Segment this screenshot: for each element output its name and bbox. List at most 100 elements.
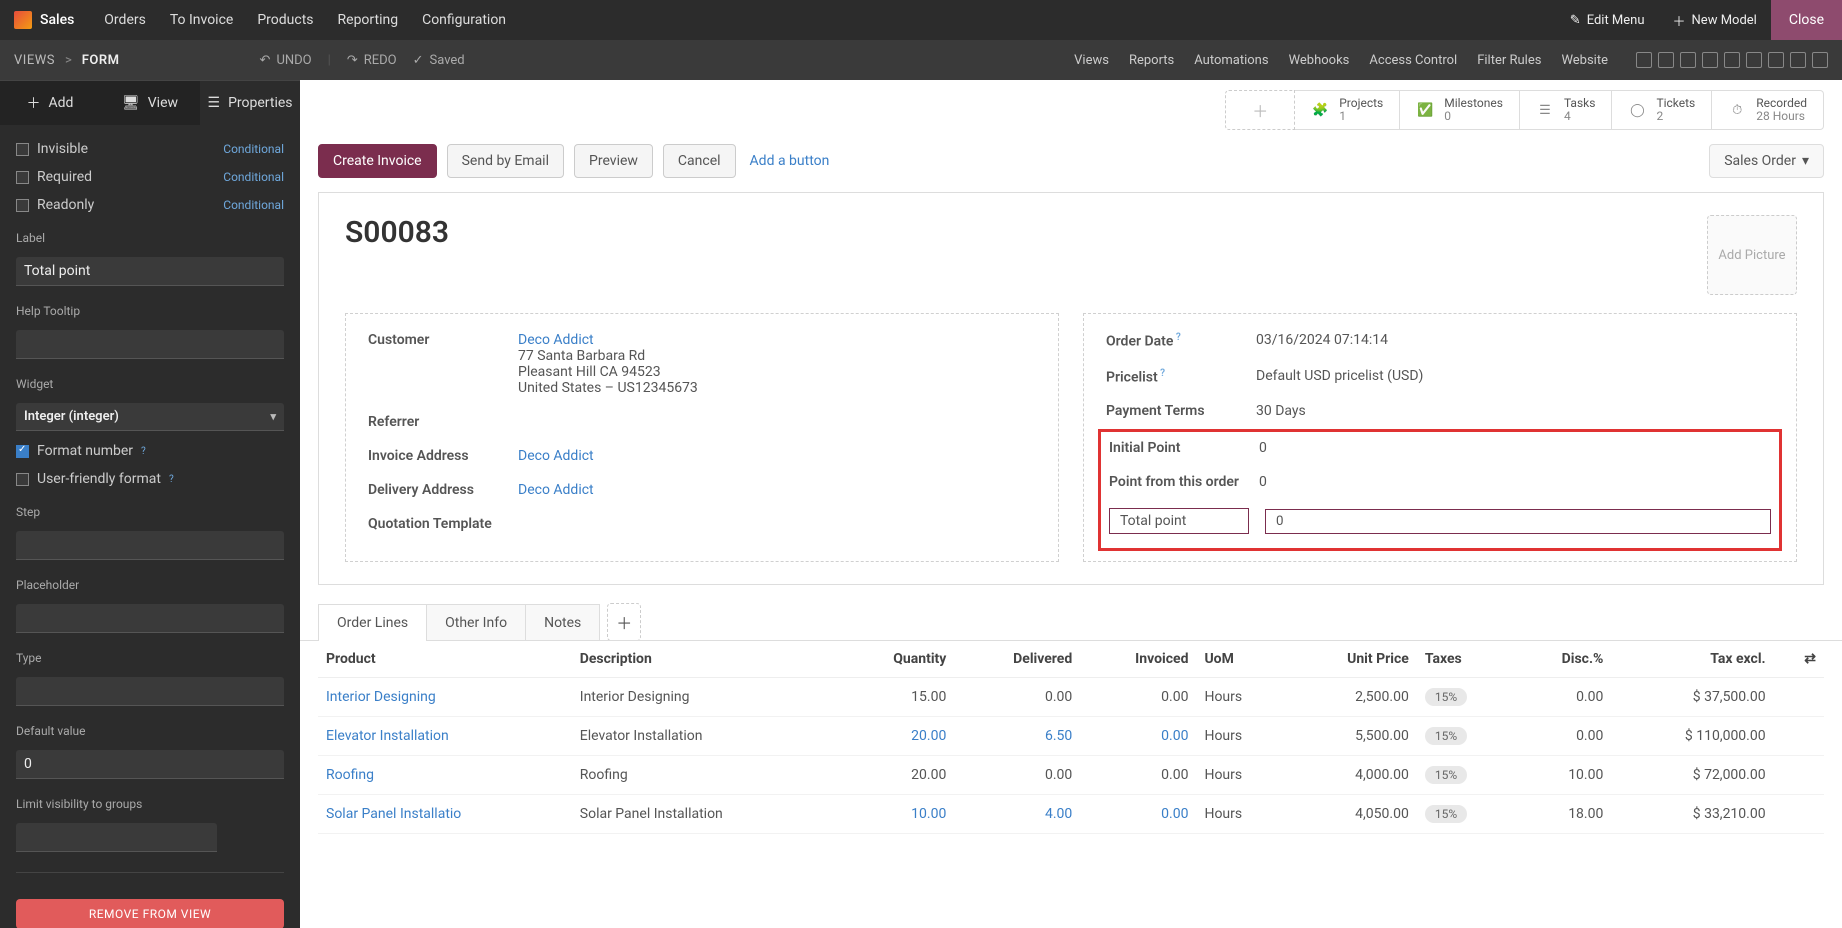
disc-cell[interactable]: 0.00	[1515, 678, 1612, 717]
redo-icon: ↷	[347, 53, 358, 68]
add-picture-button[interactable]: Add Picture	[1707, 215, 1797, 295]
stat-recorded[interactable]: ⏱Recorded28 Hours	[1712, 90, 1824, 130]
step-input[interactable]	[16, 531, 284, 560]
sublink-webhooks[interactable]: Webhooks	[1289, 53, 1350, 68]
view-icon-6[interactable]	[1746, 52, 1762, 68]
price-cell[interactable]: 4,000.00	[1286, 756, 1416, 795]
sublink-automations[interactable]: Automations	[1194, 53, 1268, 68]
table-row[interactable]: Elevator InstallationElevator Installati…	[318, 717, 1824, 756]
remove-from-view-button[interactable]: REMOVE FROM VIEW	[16, 899, 284, 928]
type-input[interactable]	[16, 677, 284, 706]
tab-other-info[interactable]: Other Info	[426, 604, 526, 641]
user-friendly-checkbox[interactable]: User-friendly format?	[16, 471, 284, 487]
create-invoice-button[interactable]: Create Invoice	[318, 144, 437, 178]
view-icon-5[interactable]	[1724, 52, 1740, 68]
th-config[interactable]: ⇄	[1774, 641, 1824, 678]
sublink-reports[interactable]: Reports	[1129, 53, 1174, 68]
stat-add-button[interactable]: ＋	[1225, 90, 1295, 130]
new-model-button[interactable]: ＋New Model	[1659, 11, 1771, 30]
readonly-checkbox[interactable]: Readonly	[16, 197, 94, 213]
invisible-checkbox[interactable]: Invisible	[16, 141, 88, 157]
product-link[interactable]: Elevator Installation	[326, 728, 449, 744]
limit-input[interactable]	[16, 823, 217, 852]
qty-cell[interactable]: 15.00	[839, 678, 955, 717]
nav-products[interactable]: Products	[257, 12, 313, 28]
inv-cell[interactable]: 0.00	[1080, 756, 1196, 795]
deliv-cell[interactable]: 0.00	[954, 678, 1080, 717]
nav-reporting[interactable]: Reporting	[338, 12, 399, 28]
product-link[interactable]: Solar Panel Installatio	[326, 806, 461, 822]
price-cell[interactable]: 2,500.00	[1286, 678, 1416, 717]
total-point-label-box[interactable]: Total point	[1109, 508, 1249, 534]
stat-tickets[interactable]: ◯Tickets2	[1612, 90, 1712, 130]
sublink-filter[interactable]: Filter Rules	[1477, 53, 1541, 68]
breadcrumb-views[interactable]: VIEWS	[14, 53, 55, 68]
view-icon-8[interactable]	[1790, 52, 1806, 68]
preview-button[interactable]: Preview	[574, 144, 653, 178]
tab-properties[interactable]: ☰Properties	[200, 81, 300, 125]
qty-cell[interactable]: 10.00	[839, 795, 955, 834]
tab-add[interactable]: ＋Add	[0, 81, 100, 125]
product-link[interactable]: Roofing	[326, 767, 374, 783]
view-icon-1[interactable]	[1636, 52, 1652, 68]
nav-to-invoice[interactable]: To Invoice	[170, 12, 234, 28]
undo-button[interactable]: ↶UNDO	[260, 53, 312, 68]
invoice-addr-link[interactable]: Deco Addict	[518, 448, 594, 464]
customer-link[interactable]: Deco Addict	[518, 332, 594, 348]
view-icon-3[interactable]	[1680, 52, 1696, 68]
total-point-input[interactable]	[1265, 509, 1771, 534]
sublink-website[interactable]: Website	[1561, 53, 1608, 68]
sublink-views[interactable]: Views	[1074, 53, 1109, 68]
price-cell[interactable]: 5,500.00	[1286, 717, 1416, 756]
table-row[interactable]: Interior DesigningInterior Designing15.0…	[318, 678, 1824, 717]
uom-cell: Hours	[1196, 717, 1286, 756]
widget-select[interactable]: Integer (integer) ▾	[16, 403, 284, 431]
add-tab-button[interactable]: ＋	[607, 603, 641, 641]
stat-milestones[interactable]: ✅Milestones0	[1400, 90, 1520, 130]
close-button[interactable]: Close	[1771, 0, 1842, 40]
tooltip-input[interactable]	[16, 330, 284, 359]
stat-projects[interactable]: 🧩Projects1	[1295, 90, 1400, 130]
table-row[interactable]: Solar Panel InstallatioSolar Panel Insta…	[318, 795, 1824, 834]
send-email-button[interactable]: Send by Email	[447, 144, 564, 178]
inv-cell[interactable]: 0.00	[1080, 795, 1196, 834]
inv-cell[interactable]: 0.00	[1080, 717, 1196, 756]
disc-cell[interactable]: 18.00	[1515, 795, 1612, 834]
cancel-button[interactable]: Cancel	[663, 144, 736, 178]
qty-cell[interactable]: 20.00	[839, 717, 955, 756]
deliv-cell[interactable]: 0.00	[954, 756, 1080, 795]
nav-configuration[interactable]: Configuration	[422, 12, 506, 28]
disc-cell[interactable]: 10.00	[1515, 756, 1612, 795]
table-row[interactable]: RoofingRoofing20.000.000.00Hours4,000.00…	[318, 756, 1824, 795]
add-button-link[interactable]: Add a button	[746, 145, 834, 177]
label-input[interactable]	[16, 257, 284, 286]
disc-cell[interactable]: 0.00	[1515, 717, 1612, 756]
price-cell[interactable]: 4,050.00	[1286, 795, 1416, 834]
nav-orders[interactable]: Orders	[104, 12, 146, 28]
redo-button[interactable]: ↷REDO	[347, 53, 397, 68]
status-dropdown[interactable]: Sales Order▾	[1709, 144, 1824, 178]
tab-order-lines[interactable]: Order Lines	[318, 604, 427, 641]
default-input[interactable]	[16, 750, 284, 779]
placeholder-input[interactable]	[16, 604, 284, 633]
readonly-conditional[interactable]: Conditional	[223, 198, 284, 212]
view-icon-7[interactable]	[1768, 52, 1784, 68]
format-number-checkbox[interactable]: Format number?	[16, 443, 284, 459]
tab-notes[interactable]: Notes	[525, 604, 600, 641]
view-icon-2[interactable]	[1658, 52, 1674, 68]
edit-menu-button[interactable]: ✎Edit Menu	[1556, 13, 1659, 28]
required-conditional[interactable]: Conditional	[223, 170, 284, 184]
tab-view[interactable]: 🖥View	[100, 81, 200, 125]
view-icon-4[interactable]	[1702, 52, 1718, 68]
product-link[interactable]: Interior Designing	[326, 689, 436, 705]
deliv-cell[interactable]: 4.00	[954, 795, 1080, 834]
invisible-conditional[interactable]: Conditional	[223, 142, 284, 156]
qty-cell[interactable]: 20.00	[839, 756, 955, 795]
sublink-access[interactable]: Access Control	[1369, 53, 1457, 68]
deliv-cell[interactable]: 6.50	[954, 717, 1080, 756]
view-icon-9[interactable]	[1812, 52, 1828, 68]
delivery-addr-link[interactable]: Deco Addict	[518, 482, 594, 498]
required-checkbox[interactable]: Required	[16, 169, 92, 185]
inv-cell[interactable]: 0.00	[1080, 678, 1196, 717]
stat-tasks[interactable]: ☰Tasks4	[1520, 90, 1613, 130]
